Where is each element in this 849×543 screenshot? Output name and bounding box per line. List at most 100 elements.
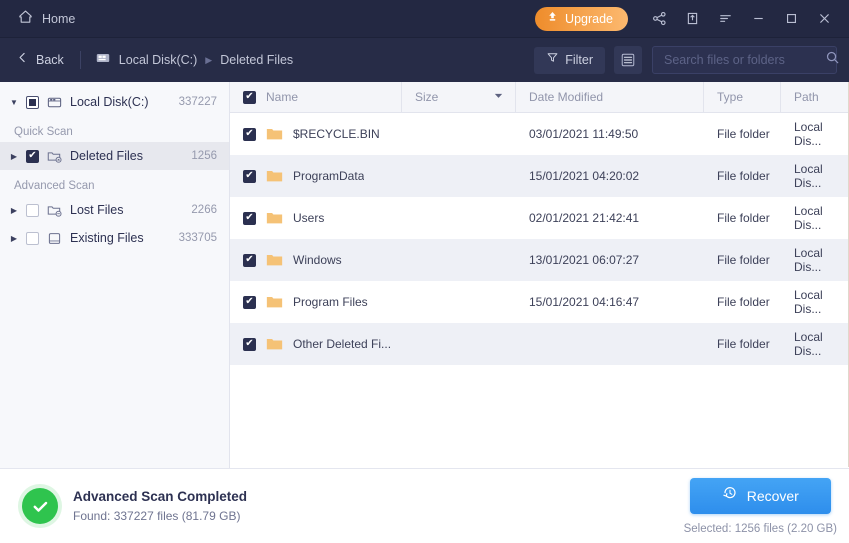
caret-right-icon[interactable]: ▶ [8, 234, 20, 243]
caret-right-icon[interactable]: ▶ [8, 206, 20, 215]
cell-path: Local Dis... [794, 330, 823, 358]
caret-right-icon[interactable]: ▶ [8, 152, 20, 161]
window-controls [644, 4, 839, 34]
column-header-name-label: Name [266, 90, 299, 104]
upgrade-arrow-icon [546, 10, 559, 28]
maximize-icon[interactable] [776, 4, 806, 34]
check-glyph: ✔ [245, 296, 254, 307]
sidebar-item-label: Deleted Files [70, 149, 143, 163]
sidebar-item-count: 337227 [178, 96, 217, 108]
column-header-name[interactable]: ✔ Name [230, 82, 402, 112]
cell-name[interactable]: ✔ Users [230, 197, 402, 239]
row-checkbox[interactable]: ✔ [243, 295, 256, 309]
folder-icon [266, 211, 283, 225]
sidebar: ▼ Local Disk(C:) 337227 Quick Scan ▶ ✔ D… [0, 82, 230, 468]
row-checkbox[interactable]: ✔ [243, 253, 256, 267]
column-header-type[interactable]: Type [704, 82, 781, 112]
cell-name[interactable]: ✔ Windows [230, 239, 402, 281]
sidebar-item-deleted-files[interactable]: ▶ ✔ Deleted Files 1256 [0, 142, 229, 170]
column-header-size[interactable]: Size [402, 82, 516, 112]
folder-icon [266, 337, 283, 351]
home-button[interactable]: Home [14, 5, 79, 33]
chevron-left-icon [16, 51, 29, 69]
filter-button[interactable]: Filter [534, 46, 605, 74]
search-box[interactable] [652, 46, 840, 74]
filter-label: Filter [565, 53, 593, 67]
cell-size [402, 197, 516, 239]
disk-icon [45, 94, 64, 111]
close-icon[interactable] [809, 4, 839, 34]
row-checkbox[interactable]: ✔ [243, 127, 256, 141]
share-icon[interactable] [644, 4, 674, 34]
caret-down-icon[interactable] [493, 90, 504, 104]
file-name: $RECYCLE.BIN [293, 127, 380, 141]
cell-size [402, 281, 516, 323]
back-button[interactable]: Back [14, 47, 70, 73]
menu-icon[interactable] [710, 4, 740, 34]
upgrade-button[interactable]: Upgrade [535, 6, 628, 31]
cell-type: File folder [717, 211, 770, 225]
select-all-checkbox[interactable]: ✔ [243, 90, 256, 104]
row-checkbox[interactable]: ✔ [243, 169, 256, 183]
column-header-date-modified[interactable]: Date Modified [516, 82, 704, 112]
status-footer: Advanced Scan Completed Found: 337227 fi… [0, 468, 849, 543]
table-row[interactable]: ✔ $RECYCLE.BIN 03/01/2021 11:49:50 File fol… [230, 113, 849, 155]
table-body: ✔ $RECYCLE.BIN 03/01/2021 11:49:50 File fol… [230, 113, 849, 468]
cell-type: File folder [717, 253, 770, 267]
scan-status: Advanced Scan Completed Found: 337227 fi… [22, 488, 247, 524]
list-view-icon[interactable] [614, 46, 642, 74]
sidebar-item-lost-files[interactable]: ▶ Lost Files 2266 [0, 196, 229, 224]
table-header-row: ✔ Name Size Date Modified Type Path [230, 82, 849, 113]
sidebar-item-count: 2266 [191, 204, 217, 216]
row-checkbox[interactable]: ✔ [243, 211, 256, 225]
folder-icon [266, 253, 283, 267]
cell-date-modified [516, 323, 704, 365]
table-row[interactable]: ✔ Windows 13/01/2021 06:07:27 File folder Lo… [230, 239, 849, 281]
cell-name[interactable]: ✔ ProgramData [230, 155, 402, 197]
recover-button[interactable]: Recover [689, 477, 831, 514]
cell-type: File folder [717, 127, 770, 141]
file-name: Program Files [293, 295, 368, 309]
breadcrumb-item-1[interactable]: Deleted Files [220, 53, 293, 67]
row-checkbox[interactable]: ✔ [243, 337, 256, 351]
lost-files-checkbox[interactable] [26, 203, 39, 217]
search-input[interactable] [664, 53, 825, 67]
check-glyph: ✔ [245, 212, 254, 223]
breadcrumb-separator: ▶ [205, 54, 213, 65]
table-row[interactable]: ✔ ProgramData 15/01/2021 04:20:02 File fold… [230, 155, 849, 197]
drive-icon [45, 230, 64, 247]
recover-label: Recover [746, 487, 799, 504]
check-glyph: ✔ [245, 128, 254, 139]
deleted-files-checkbox[interactable]: ✔ [26, 149, 39, 163]
cell-path: Local Dis... [794, 162, 823, 190]
navigation-bar: Back Local Disk(C:) ▶ Deleted Files Filt… [0, 38, 849, 82]
cell-name[interactable]: ✔ Program Files [230, 281, 402, 323]
check-glyph: ✔ [245, 338, 254, 349]
recover-section: Recover Selected: 1256 files (2.20 GB) [684, 477, 837, 535]
column-header-type-label: Type [717, 90, 744, 104]
table-row[interactable]: ✔ Users 02/01/2021 21:42:41 File folder Loca… [230, 197, 849, 239]
cell-name[interactable]: ✔ Other Deleted Fi... [230, 323, 402, 365]
sidebar-item-count: 333705 [178, 232, 217, 244]
minimize-icon[interactable] [743, 4, 773, 34]
cell-name[interactable]: ✔ $RECYCLE.BIN [230, 113, 402, 155]
folder-lost-icon [45, 202, 64, 219]
cell-date-modified: 13/01/2021 06:07:27 [529, 253, 640, 267]
sidebar-item-existing-files[interactable]: ▶ Existing Files 333705 [0, 224, 229, 252]
export-icon[interactable] [677, 4, 707, 34]
table-row[interactable]: ✔ Other Deleted Fi... File folder Local Dis… [230, 323, 849, 365]
folder-icon [266, 295, 283, 309]
file-name: ProgramData [293, 169, 365, 183]
upgrade-label: Upgrade [565, 11, 613, 26]
breadcrumb-item-0[interactable]: Local Disk(C:) [119, 53, 198, 67]
table-row[interactable]: ✔ Program Files 15/01/2021 04:16:47 File fo… [230, 281, 849, 323]
column-header-date-label: Date Modified [529, 90, 604, 104]
column-header-path[interactable]: Path [781, 82, 849, 112]
search-icon[interactable] [825, 50, 840, 70]
local-disk-checkbox[interactable] [26, 95, 39, 109]
sidebar-item-local-disk[interactable]: ▼ Local Disk(C:) 337227 [0, 88, 229, 116]
caret-down-icon[interactable]: ▼ [8, 98, 20, 107]
existing-files-checkbox[interactable] [26, 231, 39, 245]
sidebar-group-quick-scan: Quick Scan [14, 126, 73, 138]
cell-size [402, 155, 516, 197]
